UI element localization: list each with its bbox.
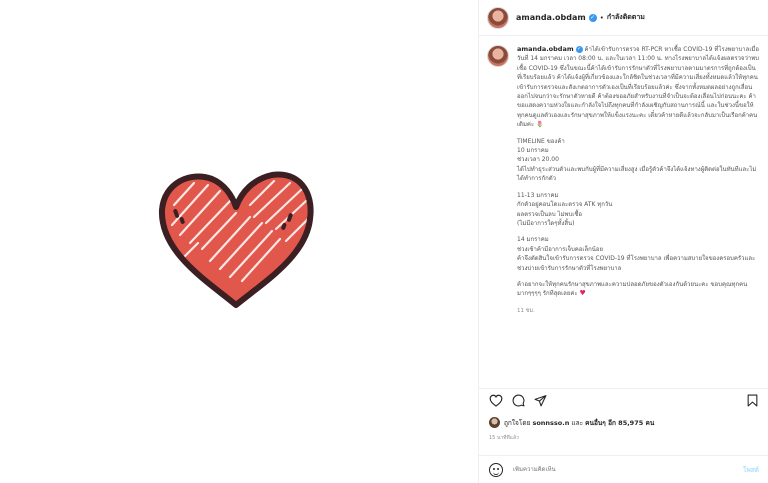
following-button[interactable]: กำลังติดตาม: [607, 12, 645, 23]
comment-composer: โพสต์: [479, 455, 768, 483]
post-header: amanda.obdam ✓ • กำลังติดตาม: [479, 0, 768, 36]
caption-username[interactable]: amanda.obdam: [517, 45, 574, 53]
heart-emoji-icon: ♥: [579, 289, 586, 298]
post-sidebar: amanda.obdam ✓ • กำลังติดตาม amanda.obda…: [478, 0, 768, 483]
day3-date: 14 มกราคม: [517, 236, 549, 244]
closing-block: ค้าอยากจะให้ทุกคนรักษาสุขภาพและความปลอดภ…: [517, 280, 759, 299]
day1-text: ได้ไปทำธุระส่วนตัวและพบกับผู้ที่มีความเส…: [517, 165, 757, 183]
liker-avatar[interactable]: [489, 417, 500, 428]
bookmark-icon[interactable]: [745, 393, 759, 407]
tulip-emoji-icon: 🌷: [536, 121, 544, 129]
avatar[interactable]: [487, 6, 509, 29]
caption-row: amanda.obdam ✓ ค้าได้เข้ารับการตรวจ RT-P…: [487, 45, 759, 316]
caption-text: amanda.obdam ✓ ค้าได้เข้ารับการตรวจ RT-P…: [517, 45, 759, 316]
likes-row: ถูกใจโดย sonnsso.n และ คนอื่นๆ อีก 85,97…: [489, 417, 654, 428]
caption-area[interactable]: amanda.obdam ✓ ค้าได้เข้ารับการตรวจ RT-P…: [479, 37, 768, 377]
paper-plane-icon[interactable]: [533, 393, 547, 407]
likes-middle: และ: [571, 418, 584, 427]
post-date: 15 นาทีที่แล้ว: [489, 435, 519, 441]
day3-line1: ช่วงเช้าค้ามีอาการเจ็บคอเล็กน้อย: [517, 245, 603, 253]
likes-prefix: ถูกใจโดย: [504, 418, 531, 427]
caption-time-ago: 11 ชม.: [517, 307, 535, 314]
comment-bubble-icon[interactable]: [511, 393, 525, 407]
heart-outline-icon[interactable]: [489, 393, 503, 407]
verified-badge-icon: ✓: [575, 46, 583, 53]
post-comment-button[interactable]: โพสต์: [743, 465, 759, 475]
day3-line2: ค้าจึงตัดสินใจเข้ารับการตรวจ COVID-19 ที…: [517, 255, 756, 272]
day3-block: 14 มกราคม ช่วงเช้าค้ามีอาการเจ็บคอเล็กน้…: [517, 235, 759, 273]
liker-username[interactable]: sonnsso.n: [532, 419, 569, 427]
day2-line2: ผลตรวจเป็นลบ ไม่พบเชื้อ: [517, 210, 583, 218]
separator-dot: •: [599, 13, 604, 22]
action-bar: [479, 388, 768, 412]
day2-date: 11-13 มกราคม: [517, 191, 559, 199]
post-dialog: amanda.obdam ✓ • กำลังติดตาม amanda.obda…: [0, 0, 768, 483]
day2-block: 11-13 มกราคม กักตัวอยู่คอนโดและตรวจ ATK …: [517, 191, 759, 229]
smiley-icon[interactable]: [489, 462, 503, 477]
heart-illustration: [158, 171, 314, 308]
closing-text: ค้าอยากจะให้ทุกคนรักษาสุขภาพและความปลอดภ…: [517, 280, 748, 298]
day1-time: ช่วงเวลา 20.00: [517, 156, 559, 164]
post-media[interactable]: [0, 0, 478, 483]
comment-input[interactable]: [513, 466, 713, 473]
verified-badge-icon: ✓: [588, 13, 597, 22]
header-username[interactable]: amanda.obdam: [516, 13, 586, 22]
caption-avatar[interactable]: [487, 45, 509, 67]
day2-line1: กักตัวอยู่คอนโดและตรวจ ATK ทุกวัน: [517, 201, 613, 209]
timeline-block: TIMELINE ของค้า 10 มกราคม ช่วงเวลา 20.00…: [517, 137, 759, 184]
caption-intro: ค้าได้เข้ารับการตรวจ RT-PCR หาเชื้อ COVI…: [517, 46, 759, 129]
day1-date: 10 มกราคม: [517, 147, 549, 155]
likes-others-link[interactable]: คนอื่นๆ อีก 85,975 คน: [585, 418, 654, 428]
day2-line3: (ไม่มีอาการใดๆทั้งสิ้น): [517, 219, 575, 227]
timeline-title: TIMELINE ของค้า: [517, 137, 565, 145]
